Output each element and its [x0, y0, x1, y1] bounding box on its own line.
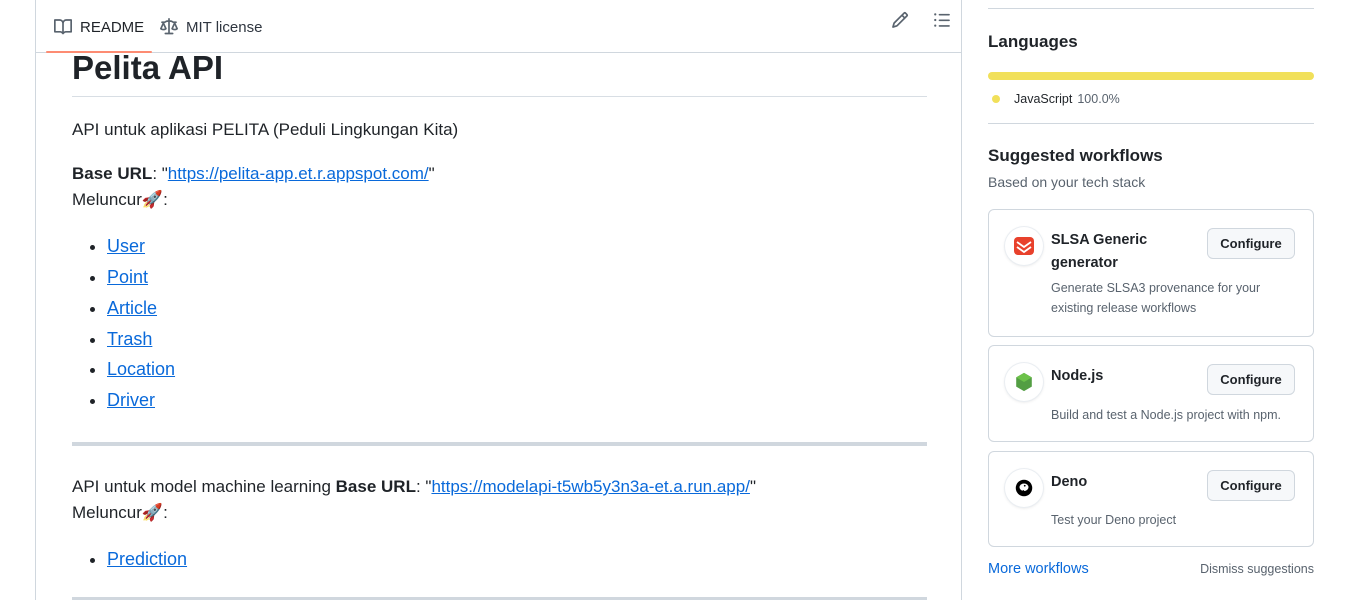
workflows-subtitle: Based on your tech stack	[988, 174, 1146, 190]
configure-button[interactable]: Configure	[1207, 470, 1295, 501]
workflow-card-nodejs: Node.js Configure Build and test a Node.…	[988, 345, 1314, 442]
endpoint-link-trash[interactable]: Trash	[107, 329, 152, 349]
language-percent: 100.0%	[1077, 92, 1120, 106]
configure-button[interactable]: Configure	[1207, 228, 1295, 259]
base-url-link[interactable]: https://pelita-app.et.r.appspot.com/	[168, 164, 429, 183]
endpoint-link-driver[interactable]: Driver	[107, 390, 155, 410]
section-divider	[72, 442, 927, 447]
base-url-label-2: Base URL	[335, 477, 416, 497]
list-item: Article	[107, 293, 927, 324]
endpoint-list-2: Prediction	[72, 544, 927, 575]
list-item: Point	[107, 262, 927, 293]
language-dot	[992, 95, 1000, 103]
list-item: Trash	[107, 324, 927, 355]
workflow-card-deno: Deno Configure Test your Deno project	[988, 451, 1314, 547]
workflow-card-desc: Build and test a Node.js project with np…	[1051, 408, 1281, 422]
list-item: User	[107, 231, 927, 262]
list-icon[interactable]	[933, 11, 951, 29]
book-icon	[54, 18, 72, 36]
model-api-link[interactable]: https://modelapi-t5wb5y3n3a-et.a.run.app…	[431, 477, 749, 496]
rocket-icon: 🚀	[141, 503, 164, 523]
base-url-label: Base URL	[72, 164, 153, 184]
workflows-title: Suggested workflows	[988, 146, 1163, 165]
workflow-card-desc: Test your Deno project	[1051, 513, 1177, 527]
slsa-icon	[1005, 227, 1043, 265]
endpoint-link-prediction[interactable]: Prediction	[107, 549, 187, 569]
base-url-line-1: Base URL: "https://pelita-app.et.r.appsp…	[72, 161, 927, 213]
workflow-card-title: Deno	[1051, 474, 1088, 490]
launch-label-2: Meluncur	[72, 503, 142, 523]
tab-license[interactable]: MIT license	[160, 1, 262, 53]
workflow-card-desc: Generate SLSA3 provenance for your exist…	[1051, 281, 1261, 315]
scale-icon	[160, 18, 178, 36]
workflow-card-title: SLSA Generic generator	[1051, 232, 1148, 271]
readme-title: Pelita API	[72, 49, 927, 98]
nodejs-icon	[1005, 363, 1043, 401]
endpoint-link-point[interactable]: Point	[107, 267, 148, 287]
base-url-line-2: API untuk model machine learning Base UR…	[72, 474, 927, 526]
configure-button[interactable]: Configure	[1207, 364, 1295, 395]
tab-license-label: MIT license	[186, 18, 263, 36]
endpoint-link-location[interactable]: Location	[107, 359, 175, 379]
more-workflows-link[interactable]: More workflows	[988, 561, 1089, 577]
list-item: Prediction	[107, 544, 927, 575]
list-item: Driver	[107, 385, 927, 416]
tab-readme[interactable]: README	[46, 1, 153, 53]
workflows-footer: More workflows Dismiss suggestions	[988, 561, 1314, 577]
divider	[988, 123, 1314, 124]
endpoint-link-user[interactable]: User	[107, 236, 145, 256]
readme-content: Pelita API API untuk aplikasi PELITA (Pe…	[72, 49, 927, 600]
language-bar	[988, 72, 1314, 80]
readme-panel: README MIT license Pelita API API untuk …	[35, 0, 962, 600]
workflow-card-slsa: SLSA Generic generator Configure Generat…	[988, 209, 1314, 337]
pencil-icon[interactable]	[891, 11, 909, 29]
dismiss-suggestions-button[interactable]: Dismiss suggestions	[1200, 562, 1314, 576]
deno-icon	[1005, 469, 1043, 507]
divider	[988, 8, 1314, 9]
readme-actions	[891, 11, 951, 29]
languages-title: Languages	[988, 32, 1078, 51]
readme-tab-bar: README MIT license	[36, 0, 961, 53]
rocket-icon: 🚀	[141, 190, 164, 210]
readme-intro: API untuk aplikasi PELITA (Peduli Lingku…	[72, 120, 459, 140]
list-item: Location	[107, 354, 927, 385]
workflow-card-title: Node.js	[1051, 368, 1104, 384]
endpoint-link-article[interactable]: Article	[107, 298, 157, 318]
endpoint-list: User Point Article Trash Location Driver	[72, 231, 927, 416]
tab-readme-label: README	[80, 18, 145, 36]
language-item-javascript[interactable]: JavaScript 100.0%	[988, 92, 1314, 106]
sidebar: Languages JavaScript 100.0% Suggested wo…	[988, 0, 1314, 577]
launch-label: Meluncur	[72, 190, 142, 210]
language-name: JavaScript	[1014, 92, 1073, 106]
